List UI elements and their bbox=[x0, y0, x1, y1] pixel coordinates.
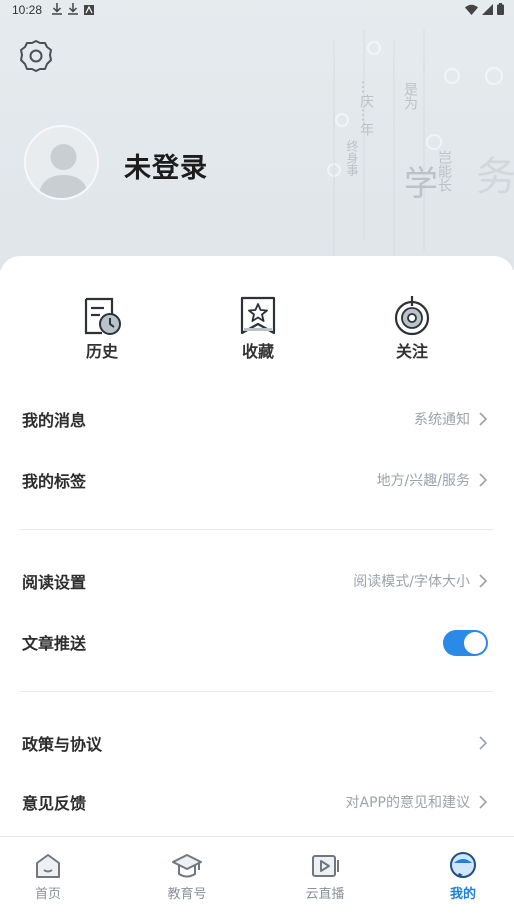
follow-target-icon bbox=[392, 296, 432, 336]
nav-tab-label: 我的 bbox=[449, 887, 476, 902]
menu-item-label: 我的消息 bbox=[22, 411, 87, 430]
section-divider bbox=[20, 529, 494, 530]
menu-item-label: 阅读设置 bbox=[22, 573, 87, 592]
svg-text:学: 学 bbox=[404, 164, 438, 204]
menu-item-tags[interactable]: 我的标签 地方/兴趣/服务 bbox=[0, 454, 514, 504]
bottom-navigation: 首页 教育号 云直播 我的 bbox=[0, 836, 514, 915]
quick-action-label: 关注 bbox=[395, 342, 428, 361]
svg-text:是为: 是为 bbox=[402, 82, 418, 111]
menu-item-messages[interactable]: 我的消息 系统通知 bbox=[0, 393, 514, 443]
menu-item-label: 意见反馈 bbox=[22, 794, 87, 813]
gear-icon bbox=[18, 40, 54, 78]
menu-item-value: 系统通知 bbox=[414, 412, 470, 428]
battery-icon bbox=[497, 3, 504, 18]
menu-item-value: 阅读模式/字体大小 bbox=[353, 574, 470, 590]
nav-tab-home[interactable]: 首页 bbox=[8, 851, 88, 902]
header-decoration: 学 务 …庆…年 是为 岂能长 终身事 bbox=[304, 30, 514, 260]
quick-actions: 历史 收藏 关注 bbox=[0, 296, 514, 366]
section-divider bbox=[20, 691, 494, 692]
download-icon bbox=[68, 3, 78, 18]
nav-tab-education[interactable]: 教育号 bbox=[147, 851, 227, 902]
status-bar: 10:28 bbox=[0, 0, 514, 22]
history-icon bbox=[82, 296, 122, 336]
nav-tab-live[interactable]: 云直播 bbox=[285, 851, 365, 902]
quick-action-label: 收藏 bbox=[241, 342, 274, 361]
main-panel: 历史 收藏 关注 我的消息 系统通知 我的标签 地方/兴趣/服务 阅读设置 阅读… bbox=[0, 256, 514, 836]
graduation-cap-icon bbox=[172, 851, 202, 881]
menu-item-label: 我的标签 bbox=[22, 472, 87, 491]
menu-item-policy[interactable]: 政策与协议 bbox=[0, 717, 514, 767]
menu-item-label: 文章推送 bbox=[22, 634, 87, 653]
menu-item-label: 政策与协议 bbox=[22, 735, 103, 754]
status-time: 10:28 bbox=[12, 3, 43, 17]
quick-action-history[interactable]: 历史 bbox=[62, 296, 142, 362]
chevron-right-icon bbox=[478, 735, 488, 750]
nav-tab-label: 首页 bbox=[34, 887, 61, 902]
quick-action-favorites[interactable]: 收藏 bbox=[218, 296, 298, 362]
menu-item-value: 对APP的意见和建议 bbox=[345, 795, 470, 811]
svg-text:…庆…年: …庆…年 bbox=[358, 80, 374, 136]
chevron-right-icon bbox=[478, 472, 488, 487]
settings-button[interactable] bbox=[18, 38, 54, 74]
svg-text:终身事: 终身事 bbox=[345, 139, 359, 176]
nav-tab-label: 云直播 bbox=[305, 887, 345, 902]
quick-action-follow[interactable]: 关注 bbox=[372, 296, 452, 362]
profile-header: 10:28 学 务 …庆…年 是为 岂能长 终身事 未登录 bbox=[0, 0, 514, 270]
login-status-title[interactable]: 未登录 bbox=[124, 146, 208, 185]
svg-text:岂能长: 岂能长 bbox=[436, 150, 452, 192]
menu-item-reading-settings[interactable]: 阅读设置 阅读模式/字体大小 bbox=[0, 555, 514, 605]
quick-action-label: 历史 bbox=[85, 342, 118, 361]
menu-item-feedback[interactable]: 意见反馈 对APP的意见和建议 bbox=[0, 776, 514, 826]
toggle-knob bbox=[464, 632, 486, 654]
nav-tab-label: 教育号 bbox=[167, 887, 207, 902]
push-toggle[interactable] bbox=[443, 630, 488, 656]
app-notification-icon bbox=[84, 4, 94, 18]
chevron-right-icon bbox=[478, 411, 488, 426]
profile-bubble-icon bbox=[448, 851, 478, 881]
bookmark-star-icon bbox=[238, 296, 278, 336]
signal-icon bbox=[482, 3, 493, 18]
wifi-icon bbox=[465, 4, 478, 18]
nav-tab-mine[interactable]: 我的 bbox=[423, 851, 503, 902]
chevron-right-icon bbox=[478, 573, 488, 588]
default-user-icon bbox=[26, 144, 97, 198]
menu-item-article-push: 文章推送 bbox=[0, 616, 514, 666]
svg-text:务: 务 bbox=[476, 154, 514, 200]
download-icon bbox=[52, 3, 62, 18]
chevron-right-icon bbox=[478, 794, 488, 809]
home-icon bbox=[33, 851, 63, 881]
avatar[interactable] bbox=[24, 125, 99, 200]
video-play-icon bbox=[310, 851, 340, 881]
menu-item-value: 地方/兴趣/服务 bbox=[376, 473, 470, 489]
